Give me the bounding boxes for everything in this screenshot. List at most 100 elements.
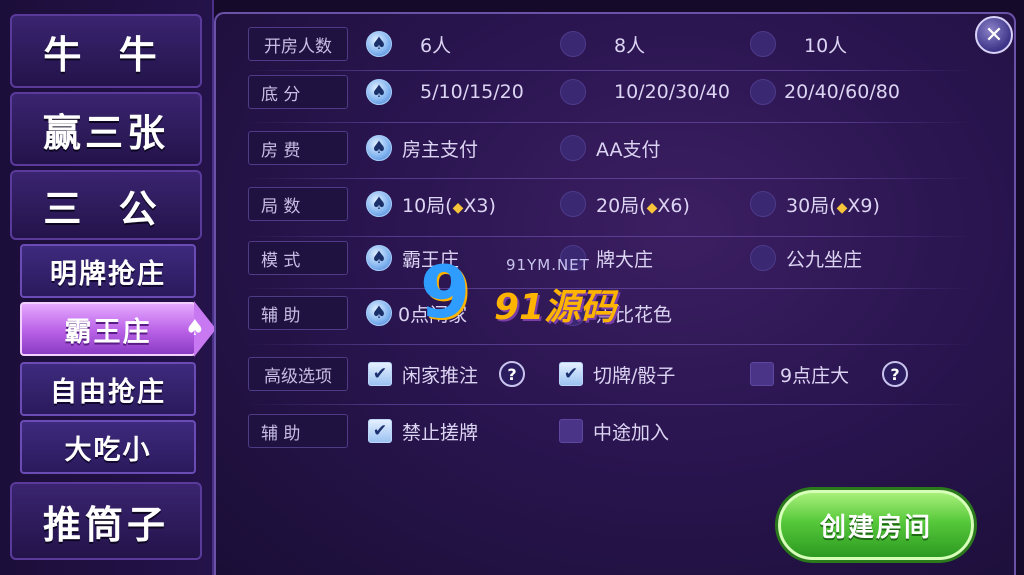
radio-off [750, 31, 776, 57]
divider [246, 122, 974, 123]
option-mid-join[interactable]: 中途加入 [559, 413, 669, 449]
option-cut-dice[interactable]: ✔ 切牌/骰子 [559, 356, 675, 392]
option-label: 6人 [420, 34, 452, 57]
sidebar-mode-mingpai[interactable]: 明牌抢庄 [20, 244, 196, 298]
close-button[interactable]: ✕ [975, 16, 1013, 54]
divider [246, 344, 974, 345]
option-label: 20/40/60/80 [784, 81, 900, 103]
option-rounds-30[interactable]: 30局(◆X9) [750, 186, 880, 222]
option-label: 霸王庄 [402, 248, 460, 271]
option-label: 30局(◆X9) [786, 194, 880, 217]
close-icon: ✕ [984, 22, 1004, 48]
sidebar-mode-ziyou[interactable]: 自由抢庄 [20, 362, 196, 416]
row-label: 房 费 [248, 131, 348, 165]
radio-off [560, 300, 586, 326]
option-point-suit[interactable]: 点比花色 [560, 295, 672, 331]
divider [246, 404, 974, 405]
option-base-score-3[interactable]: 20/40/60/80 [750, 74, 900, 110]
divider [246, 288, 974, 289]
option-zero-point[interactable]: ♠ 0点闲家 [366, 295, 467, 331]
question-icon[interactable]: ? [882, 361, 908, 387]
spade-icon: ♠ [366, 135, 392, 161]
radio-off [560, 79, 586, 105]
spade-icon: ♠ [366, 245, 392, 271]
row-players: 开房人数 ♠ 6人 8人 10人 [216, 24, 1014, 64]
spade-icon: ♠ [366, 300, 392, 326]
sidebar-game-sangong[interactable]: 三 公 [10, 170, 202, 240]
spade-icon: ♠ [366, 31, 392, 57]
option-label: 9点庄大 [780, 364, 850, 387]
row-label: 底 分 [248, 75, 348, 109]
option-8-players[interactable]: 8人 [560, 26, 645, 62]
radio-off [560, 245, 586, 271]
option-label: AA支付 [596, 138, 661, 161]
question-icon[interactable]: ? [499, 361, 525, 387]
row-rounds: 局 数 ♠ 10局(◆X3) 20局(◆X6) 30局(◆X9) [216, 184, 1014, 224]
option-label: 10人 [804, 34, 848, 57]
row-label: 开房人数 [248, 27, 348, 61]
sidebar-mode-dachixiao[interactable]: 大吃小 [20, 420, 196, 474]
spade-icon: ♠ [185, 316, 205, 341]
divider [246, 178, 974, 179]
sidebar-game-tuitongzi[interactable]: 推筒子 [10, 482, 202, 560]
option-mode-paida[interactable]: 牌大庄 [560, 240, 653, 276]
row-label: 辅 助 [248, 296, 348, 330]
row-label: 高级选项 [248, 357, 348, 391]
checkmark-icon: ✔ [368, 362, 392, 386]
option-player-push[interactable]: ✔ 闲家推注 [368, 356, 478, 392]
row-assist-1: 辅 助 ♠ 0点闲家 点比花色 [216, 293, 1014, 333]
diamond-icon: ◆ [646, 199, 658, 216]
spade-icon: ♠ [366, 79, 392, 105]
option-label: 牌大庄 [596, 248, 654, 271]
sidebar-game-niuniu[interactable]: 牛 牛 [10, 14, 202, 88]
option-label: 20局(◆X6) [596, 194, 690, 217]
spade-icon: ♠ [366, 191, 392, 217]
row-assist-2: 辅 助 ✔ 禁止搓牌 中途加入 [216, 411, 1014, 451]
option-label: 公九坐庄 [786, 248, 863, 271]
option-label: 房主支付 [402, 138, 479, 161]
radio-off [560, 31, 586, 57]
option-10-players[interactable]: 10人 [750, 26, 847, 62]
diamond-icon: ◆ [452, 199, 464, 216]
checkmark-icon: ✔ [559, 362, 583, 386]
option-6-players[interactable]: ♠ 6人 [366, 26, 451, 62]
sidebar-game-yingsanzhang[interactable]: 赢三张 [10, 92, 202, 166]
sidebar-mode-bawangzhuang[interactable]: 霸王庄 [20, 302, 196, 356]
option-label: 禁止搓牌 [402, 421, 479, 444]
row-room-fee: 房 费 ♠ 房主支付 AA支付 [216, 128, 1014, 168]
row-label: 辅 助 [248, 414, 348, 448]
option-host-pays[interactable]: ♠ 房主支付 [366, 130, 478, 166]
option-label: 0点闲家 [398, 303, 468, 326]
option-rounds-10[interactable]: ♠ 10局(◆X3) [366, 186, 496, 222]
create-room-button[interactable]: 创建房间 [778, 490, 974, 560]
option-label: 10/20/30/40 [614, 81, 730, 103]
radio-off [560, 135, 586, 161]
option-label: 切牌/骰子 [593, 364, 676, 387]
option-label: 5/10/15/20 [420, 81, 524, 103]
option-mode-bawang[interactable]: ♠ 霸王庄 [366, 240, 459, 276]
row-base-score: 底 分 ♠ 5/10/15/20 10/20/30/40 20/40/60/80 [216, 72, 1014, 112]
checkbox-off [559, 419, 583, 443]
option-no-squeeze[interactable]: ✔ 禁止搓牌 [368, 413, 478, 449]
row-mode: 模 式 ♠ 霸王庄 牌大庄 公九坐庄 [216, 238, 1014, 278]
option-aa-pays[interactable]: AA支付 [560, 130, 661, 166]
option-label: 10局(◆X3) [402, 194, 496, 217]
option-label: 中途加入 [593, 421, 670, 444]
checkmark-icon: ✔ [368, 419, 392, 443]
row-label: 模 式 [248, 241, 348, 275]
option-rounds-20[interactable]: 20局(◆X6) [560, 186, 690, 222]
option-base-score-1[interactable]: ♠ 5/10/15/20 [366, 74, 524, 110]
option-base-score-2[interactable]: 10/20/30/40 [560, 74, 730, 110]
option-nine-banker[interactable]: 9点庄大 [750, 356, 849, 392]
option-label: 点比花色 [596, 303, 673, 326]
option-mode-gongjiu[interactable]: 公九坐庄 [750, 240, 862, 276]
radio-off [750, 79, 776, 105]
game-sidebar: 牛 牛 赢三张 三 公 明牌抢庄 霸王庄 ♠ 自由抢庄 大吃小 推筒子 [0, 0, 216, 575]
divider [246, 236, 974, 237]
diamond-icon: ◆ [836, 199, 848, 216]
option-label: 闲家推注 [402, 364, 479, 387]
radio-off [750, 245, 776, 271]
radio-off [750, 191, 776, 217]
row-advanced: 高级选项 ✔ 闲家推注 ? ✔ 切牌/骰子 9点庄大 ? [216, 354, 1014, 394]
option-label: 8人 [614, 34, 646, 57]
